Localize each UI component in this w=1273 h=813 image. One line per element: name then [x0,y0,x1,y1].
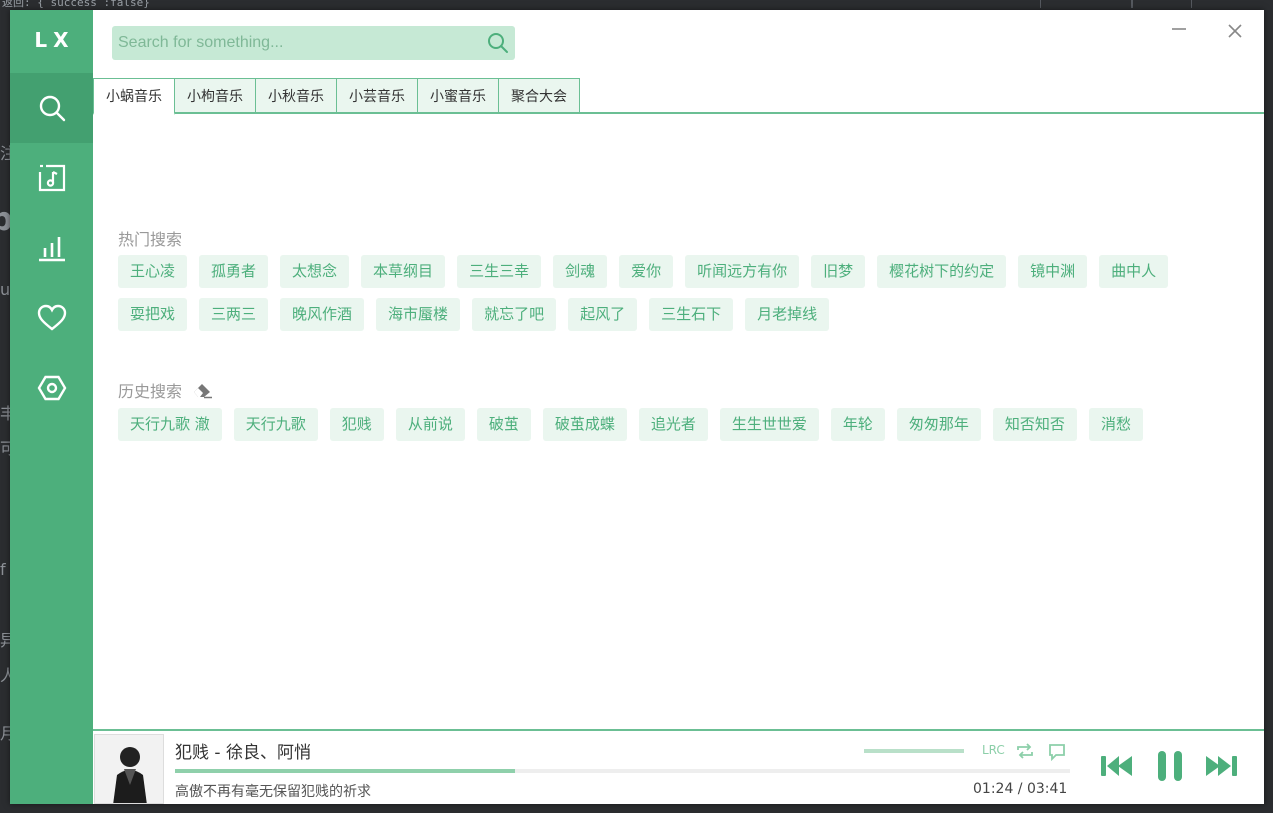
history-search-header: 历史搜索 [118,378,214,402]
next-track-icon[interactable] [1203,751,1239,781]
current-lyric: 高傲不再有毫无保留犯贱的祈求 [175,784,371,800]
search-box [112,26,515,60]
history-search-tag[interactable]: 年轮 [830,408,885,441]
main-content: 小蜗音乐小枸音乐小秋音乐小芸音乐小蜜音乐聚合大会 热门搜索 王心凌孤勇者太想念本… [93,10,1264,804]
app-window: LX Search for something... 小蜗音乐 小枸音乐 小秋音… [10,10,1264,804]
history-search-tag[interactable]: 破茧 [476,408,531,441]
pause-icon[interactable] [1154,749,1188,783]
sidebar-item-settings[interactable] [10,353,93,423]
background-code-snippet: 返回: { success :false} [2,0,150,9]
lyrics-toggle-button[interactable]: LRC [982,743,1005,757]
sidebar-item-favorites[interactable] [10,283,93,353]
album-cover[interactable] [94,734,164,804]
comment-icon[interactable] [1047,742,1067,761]
tab-source-2[interactable]: 小枸音乐 [175,78,256,113]
history-search-tag[interactable]: 追光者 [638,408,708,441]
music-list-icon [38,164,65,192]
hot-search-tag[interactable]: 太想念 [280,255,350,288]
player-bar: 犯贱 - 徐良、阿悄 LRC 高傲不再有毫无保留犯贱的祈求 01:24 / 03… [93,729,1264,804]
hot-search-tag[interactable]: 王心凌 [118,255,188,288]
sidebar-item-search[interactable] [10,73,93,143]
sidebar-item-song-list[interactable] [10,143,93,213]
chart-icon [38,237,65,262]
history-search-tag[interactable]: 消愁 [1088,408,1143,441]
hot-search-tag[interactable]: 听闻远方有你 [685,255,800,288]
hot-search-tag[interactable]: 月老掉线 [745,298,830,331]
history-search-tag[interactable]: 知否知否 [992,408,1077,441]
previous-track-icon[interactable] [1099,751,1135,781]
repeat-icon[interactable] [1016,742,1034,760]
minimize-icon[interactable] [1169,22,1189,42]
eraser-icon[interactable] [192,381,214,399]
app-logo: LX [34,28,75,52]
hot-search-tag[interactable]: 三生石下 [649,298,734,331]
heart-icon [37,304,66,331]
hot-search-title: 热门搜索 [118,230,183,249]
search-button-icon[interactable] [487,32,509,54]
playback-progress[interactable] [175,769,1070,773]
background-margin-text: f [0,560,6,579]
hot-search-tag[interactable]: 就忘了吧 [472,298,557,331]
hot-search-tag[interactable]: 旧梦 [811,255,866,288]
tab-source-5[interactable]: 小蜜音乐 [418,78,499,113]
search-icon [39,95,65,122]
history-search-title: 历史搜索 [118,382,183,401]
source-tabs: 小蜗音乐 小枸音乐 小秋音乐 小芸音乐 小蜜音乐 聚合大会 [93,78,1264,115]
hot-search-tag[interactable]: 耍把戏 [118,298,188,331]
hot-search-tag[interactable]: 三生三幸 [457,255,542,288]
tab-source-1[interactable]: 小蜗音乐 [93,78,175,115]
hot-search-tag[interactable]: 孤勇者 [199,255,269,288]
hot-search-tag[interactable]: 樱花树下的约定 [877,255,1007,288]
history-search-tag[interactable]: 从前说 [395,408,465,441]
tab-source-6[interactable]: 聚合大会 [499,78,580,113]
history-search-tag[interactable]: 天行九歌 澈 [118,408,222,441]
hot-search-tag[interactable]: 晚风作酒 [280,298,365,331]
history-search-tag[interactable]: 匆匆那年 [896,408,981,441]
background-button-learn-more [1040,0,1132,8]
hot-search-tag[interactable]: 剑魂 [553,255,608,288]
background-button-close [1132,0,1192,8]
hot-search-tag[interactable]: 海市蜃楼 [376,298,461,331]
history-search-tag[interactable]: 犯贱 [329,408,384,441]
playback-time: 01:24 / 03:41 [973,781,1068,797]
close-icon[interactable] [1225,22,1245,42]
history-search-tag[interactable]: 天行九歌 [233,408,318,441]
hot-search-tag[interactable]: 本草纲目 [361,255,446,288]
tab-source-3[interactable]: 小秋音乐 [256,78,337,113]
hot-search-tag[interactable]: 曲中人 [1099,255,1169,288]
volume-slider[interactable] [864,749,964,753]
settings-icon [37,375,66,401]
hot-search-tag[interactable]: 爱你 [619,255,674,288]
hot-search-tag[interactable]: 起风了 [568,298,638,331]
playback-progress-fill [175,769,516,773]
hot-search-tag[interactable]: 镜中渊 [1018,255,1088,288]
album-cover-image [95,735,163,803]
tab-source-4[interactable]: 小芸音乐 [337,78,418,113]
volume-slider-fill [864,749,964,753]
search-input[interactable] [118,26,478,60]
history-search-tags: 天行九歌 澈天行九歌 犯贱 从前说 破茧 破茧成蝶 追光者 生生世世爱 年轮 匆匆那年 知否知否消… [118,408,1244,451]
history-search-tag[interactable]: 生生世世爱 [719,408,819,441]
sidebar-item-leaderboard[interactable] [10,213,93,283]
history-search-tag[interactable]: 破茧成蝶 [542,408,627,441]
sidebar: LX [10,10,93,804]
hot-search-tags: 王心凌 孤勇者 太想念 本草纲目 三生三幸 剑魂 爱你 听闻远方有你 旧梦 樱花树下的约定 镜中渊曲… [118,255,1244,341]
hot-search-tag[interactable]: 三两三 [199,298,269,331]
song-title: 犯贱 - 徐良、阿悄 [175,743,311,763]
